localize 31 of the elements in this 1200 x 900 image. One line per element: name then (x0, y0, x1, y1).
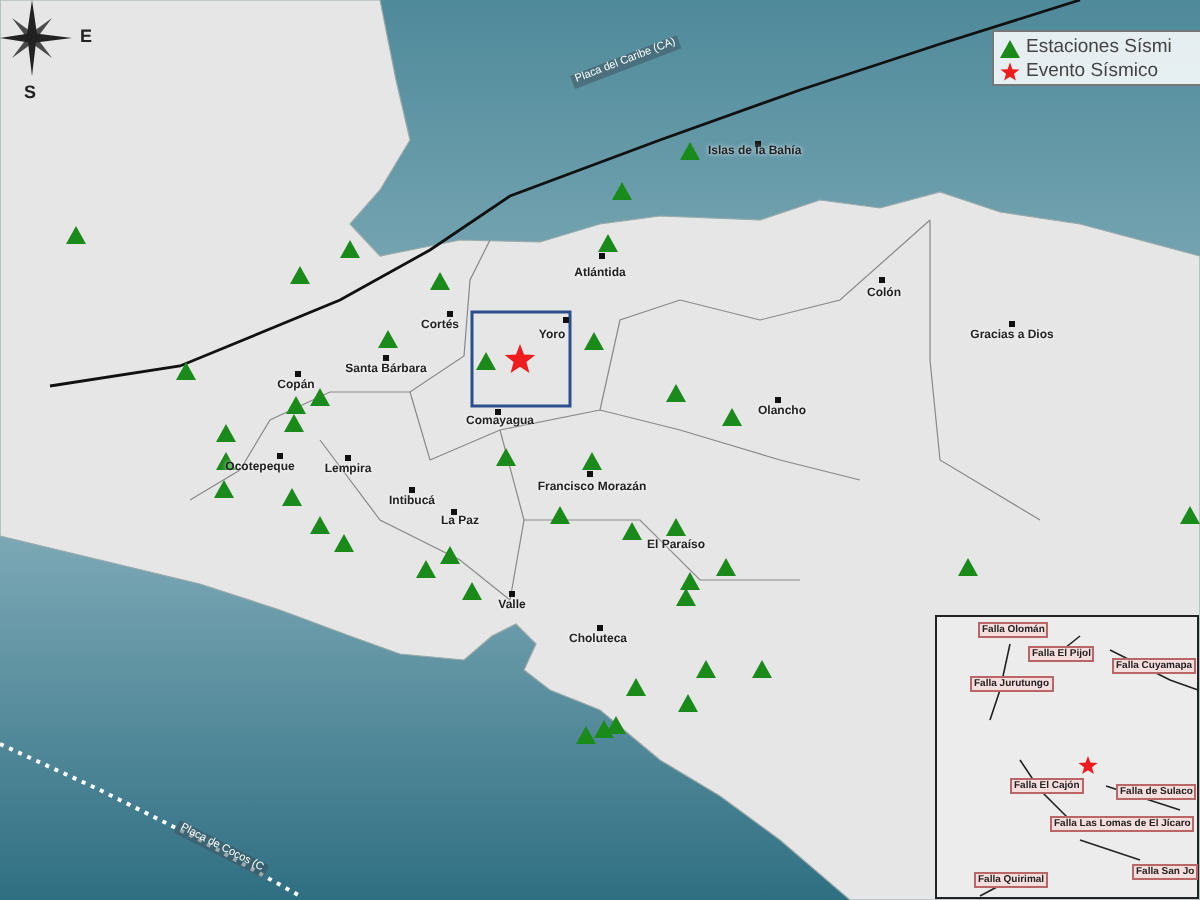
triangle-icon (1000, 39, 1020, 57)
legend-label: Estaciones Sísmi (1026, 38, 1172, 58)
legend-label: Evento Sísmico (1026, 62, 1158, 82)
triangle-icon (666, 518, 686, 536)
triangle-icon (176, 362, 196, 380)
star-icon (1000, 62, 1020, 82)
compass-icon (0, 0, 72, 76)
triangle-icon (340, 240, 360, 258)
triangle-icon (680, 142, 700, 160)
triangle-icon (66, 226, 86, 244)
triangle-icon (290, 266, 310, 284)
triangle-icon (550, 506, 570, 524)
compass-south-label: S (24, 84, 37, 102)
triangle-icon (496, 448, 516, 466)
triangle-icon (476, 352, 496, 370)
triangle-icon (722, 408, 742, 426)
triangle-icon (666, 384, 686, 402)
star-icon (504, 344, 536, 373)
triangle-icon (1180, 506, 1200, 524)
triangle-icon (582, 452, 602, 470)
star-icon (1078, 756, 1098, 774)
triangle-icon (612, 182, 632, 200)
triangle-icon (584, 332, 604, 350)
triangle-icon (378, 330, 398, 348)
epicenter-area-frame (470, 310, 572, 408)
triangle-icon (430, 272, 450, 290)
triangle-icon (958, 558, 978, 576)
triangle-icon (752, 660, 772, 678)
compass-east-label: E (80, 28, 93, 46)
triangle-icon (598, 234, 618, 252)
triangle-icon (622, 522, 642, 540)
